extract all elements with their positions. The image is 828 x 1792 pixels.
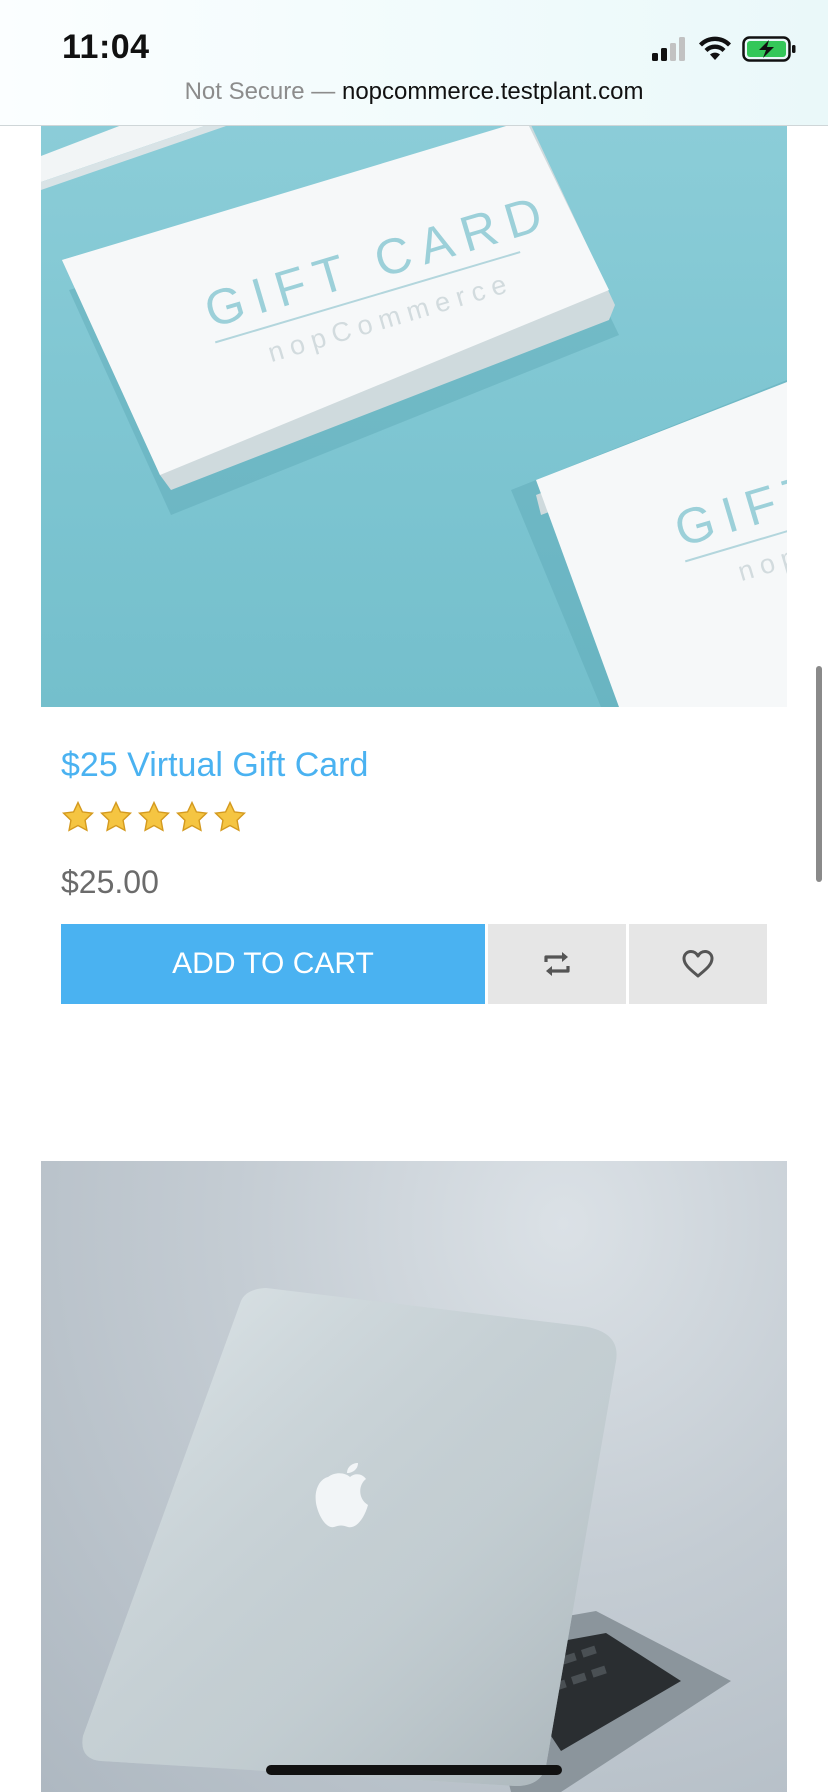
laptop-illustration — [82, 1288, 731, 1792]
battery-charging-icon — [742, 36, 796, 62]
home-indicator[interactable] — [266, 1765, 562, 1775]
address-bar[interactable]: Not Secure — nopcommerce.testplant.com — [0, 78, 828, 106]
gift-card-illustration: GIFT CARD nopCommerce GIFT CARD nopComme… — [41, 110, 787, 707]
product-image-gift-card[interactable]: GIFT CARD nopCommerce GIFT CARD nopComme… — [41, 110, 787, 707]
star-icon — [99, 800, 133, 832]
product-rating — [61, 800, 247, 840]
add-to-cart-button[interactable]: ADD TO CART — [61, 924, 485, 1004]
status-time: 11:04 — [62, 28, 150, 66]
add-to-wishlist-button[interactable] — [629, 924, 767, 1004]
add-to-compare-button[interactable] — [488, 924, 626, 1004]
heart-icon — [682, 950, 714, 978]
star-icon — [137, 800, 171, 832]
star-icon — [175, 800, 209, 832]
status-icons — [652, 34, 796, 64]
domain-text: nopcommerce.testplant.com — [341, 78, 644, 105]
cellular-signal-icon — [652, 37, 685, 61]
star-icon — [213, 800, 247, 832]
browser-top-bar: 11:04 Not Secure — nopcommerce.testplant… — [0, 0, 828, 126]
compare-arrows-icon — [544, 952, 570, 976]
product-price: $25.00 — [61, 864, 159, 900]
product-title-link[interactable]: $25 Virtual Gift Card — [61, 746, 368, 785]
wifi-icon — [699, 36, 731, 60]
star-icon — [61, 800, 95, 832]
scroll-indicator[interactable] — [816, 666, 822, 882]
product-image-laptop[interactable] — [41, 1161, 787, 1792]
security-label: Not Secure — — [184, 78, 336, 105]
